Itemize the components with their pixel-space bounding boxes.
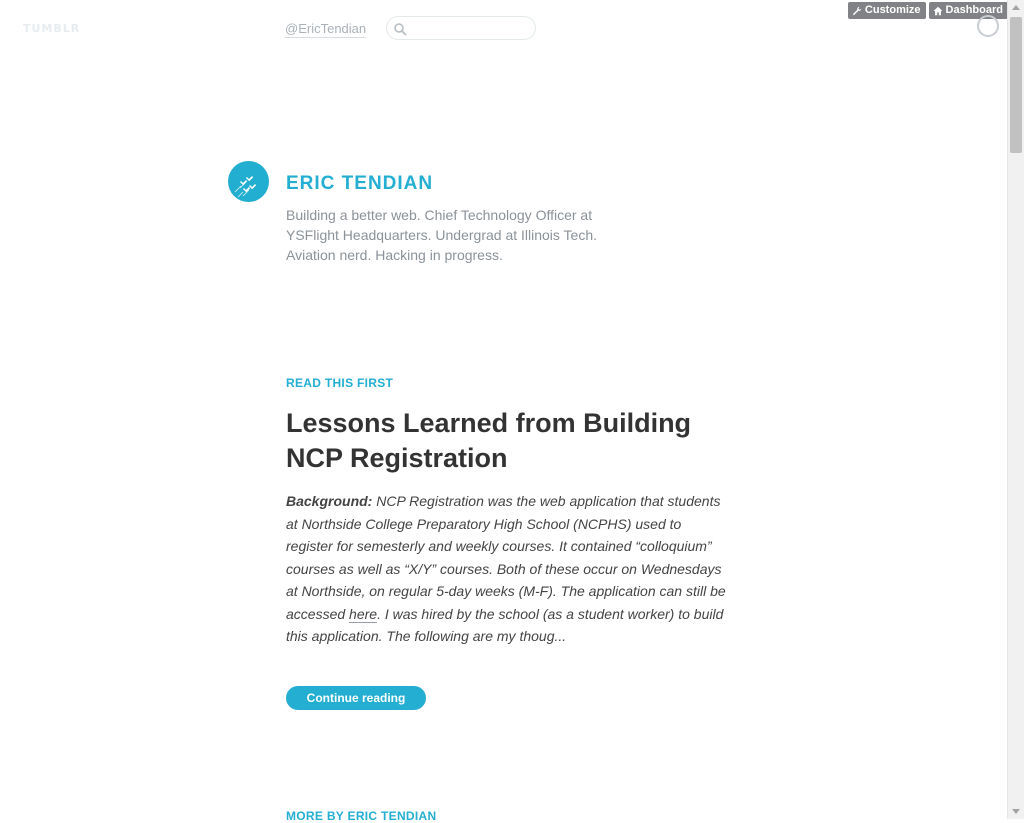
- post-excerpt: Background: NCP Registration was the web…: [286, 490, 730, 648]
- home-icon: [933, 6, 942, 15]
- scroll-down-arrow-icon[interactable]: [1012, 809, 1020, 814]
- dashboard-label: Dashboard: [945, 4, 1003, 16]
- blog-avatar[interactable]: [228, 161, 269, 202]
- search-input[interactable]: [411, 20, 531, 38]
- jets-icon: [234, 176, 257, 198]
- post-label: READ THIS FIRST: [286, 376, 394, 390]
- dashboard-button[interactable]: Dashboard: [928, 2, 1008, 19]
- search-icon: [394, 23, 407, 36]
- continue-reading-button[interactable]: Continue reading: [286, 686, 426, 710]
- blog-title[interactable]: ERIC TENDIAN: [286, 173, 433, 195]
- vertical-scrollbar[interactable]: [1007, 0, 1024, 819]
- more-by-heading: MORE BY ERIC TENDIAN: [286, 809, 437, 823]
- blog-description: Building a better web. Chief Technology …: [286, 207, 598, 263]
- post-excerpt-lead: Background:: [286, 493, 373, 509]
- post-excerpt-text-1: NCP Registration was the web application…: [286, 493, 726, 622]
- search-box[interactable]: [386, 16, 536, 40]
- blog-handle-link[interactable]: @EricTendian: [285, 21, 367, 38]
- loading-spinner-icon: [977, 15, 999, 37]
- post-title[interactable]: Lessons Learned from Building NCP Regist…: [286, 406, 716, 476]
- scroll-up-arrow-icon[interactable]: [1012, 5, 1020, 10]
- customize-label: Customize: [864, 4, 921, 16]
- tumblr-logo[interactable]: TUMBLR: [23, 22, 80, 35]
- wrench-icon: [852, 6, 862, 15]
- customize-button[interactable]: Customize: [847, 2, 926, 19]
- scrollbar-thumb[interactable]: [1010, 17, 1022, 153]
- post-excerpt-link[interactable]: here: [349, 605, 378, 623]
